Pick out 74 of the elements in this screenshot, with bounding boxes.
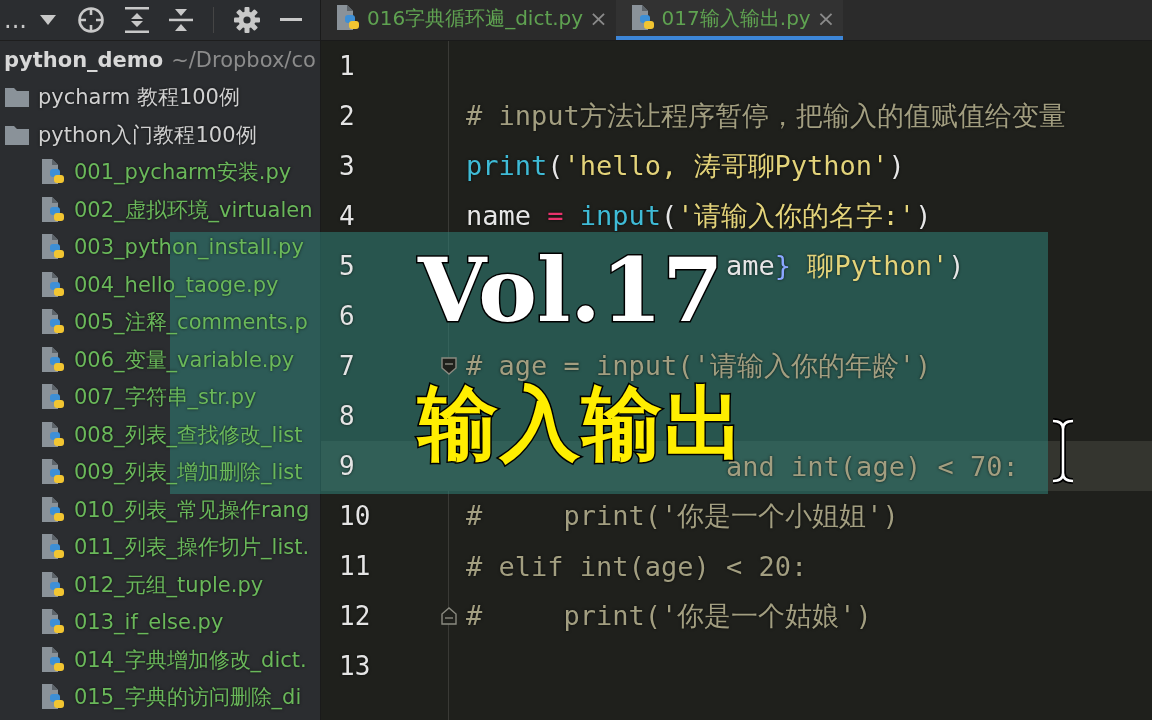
code-text: print('hello, 涛哥聊Python') (466, 149, 905, 183)
folder-item[interactable]: pycharm 教程100例 (38, 83, 240, 112)
project-path: ~/Dropbox/co (171, 47, 316, 72)
line-number: 11 (338, 551, 372, 581)
overflow-text[interactable]: ... (4, 8, 27, 32)
code-text: name = input('请输入你的名字:') (466, 199, 932, 233)
file-item[interactable]: 005_注释_comments.p (74, 308, 308, 337)
line-number: 12 (338, 601, 372, 631)
python-file-icon (40, 683, 66, 712)
file-item[interactable]: 007_字符串_str.py (74, 383, 257, 412)
minimize-icon[interactable] (279, 18, 302, 22)
python-file-icon (629, 4, 656, 32)
python-file-icon (40, 420, 66, 449)
python-file-icon (40, 608, 66, 637)
file-item[interactable]: 011_列表_操作切片_list. (74, 533, 310, 562)
fold-marker-icon[interactable] (440, 607, 457, 625)
line-number: 5 (338, 251, 356, 281)
expand-all-icon[interactable] (124, 7, 149, 33)
python-file-icon (40, 383, 66, 412)
python-file-icon (40, 458, 66, 487)
line-number: 6 (338, 301, 356, 331)
folder-icon (4, 123, 30, 146)
folder-item[interactable]: python入门教程100例 (38, 120, 257, 149)
file-item[interactable]: 009_列表_增加删除_list (74, 458, 303, 487)
dropdown-caret-icon[interactable] (38, 14, 57, 26)
close-icon[interactable]: × (589, 5, 608, 31)
python-file-icon (40, 570, 66, 599)
editor-tab[interactable]: 016字典循环遍_dict.py × (321, 0, 616, 40)
code-text: ame} 聊Python') (726, 249, 965, 283)
file-item[interactable]: 001_pycharm安装.py (74, 158, 292, 187)
line-number: 8 (338, 401, 356, 431)
line-number: 3 (338, 151, 356, 181)
code-text: # print('你是一个姑娘') (466, 599, 872, 633)
file-item[interactable]: 002_虚拟环境_virtualen (74, 195, 313, 224)
file-item[interactable]: 012_元组_tuple.py (74, 570, 264, 599)
file-item[interactable]: 003_python_install.py (74, 235, 304, 260)
file-item[interactable]: 015_字典的访问删除_di (74, 683, 302, 712)
file-item[interactable]: 013_if_else.py (74, 610, 224, 635)
python-file-icon (40, 533, 66, 562)
line-number: 13 (338, 651, 372, 681)
python-file-icon (40, 270, 66, 299)
python-file-icon (40, 645, 66, 674)
python-file-icon (40, 308, 66, 337)
editor-tab[interactable]: 017输入输出.py × (615, 0, 844, 40)
file-item[interactable]: 004_hello_taoge.py (74, 272, 279, 297)
settings-icon[interactable] (233, 7, 260, 33)
crosshair-icon[interactable] (76, 6, 105, 34)
file-item[interactable]: 006_变量_variable.py (74, 345, 295, 374)
line-number: 1 (338, 51, 356, 81)
line-number: 2 (338, 101, 356, 131)
fold-marker-icon[interactable] (440, 357, 457, 375)
python-file-icon (40, 345, 66, 374)
file-item[interactable]: 008_列表_查找修改_list (74, 420, 303, 449)
banner-title: Vol.17 (418, 246, 724, 334)
code-text: # age = input('请输入你的年龄') (466, 349, 932, 383)
python-file-icon (40, 158, 66, 187)
project-name[interactable]: python_demo (4, 47, 164, 72)
file-item[interactable]: 014_字典增加修改_dict. (74, 645, 307, 674)
code-text: # elif int(age) < 20: (466, 550, 808, 582)
folder-icon (4, 86, 30, 109)
python-file-icon (40, 195, 66, 224)
line-number: 9 (338, 451, 356, 481)
close-icon[interactable]: × (816, 5, 836, 31)
python-file-icon (40, 495, 66, 524)
file-item[interactable]: 010_列表_常见操作rang (74, 495, 310, 524)
python-file-icon (40, 233, 66, 262)
collapse-all-icon[interactable] (168, 7, 193, 33)
line-number: 7 (338, 351, 356, 381)
python-file-icon (335, 4, 361, 32)
code-text: # print('你是一个小姐姐') (466, 499, 899, 533)
text-cursor-icon (1050, 418, 1076, 484)
line-number: 4 (338, 201, 356, 231)
line-number: 10 (338, 501, 372, 531)
code-text: # input方法让程序暂停，把输入的值赋值给变量 (466, 99, 1066, 133)
